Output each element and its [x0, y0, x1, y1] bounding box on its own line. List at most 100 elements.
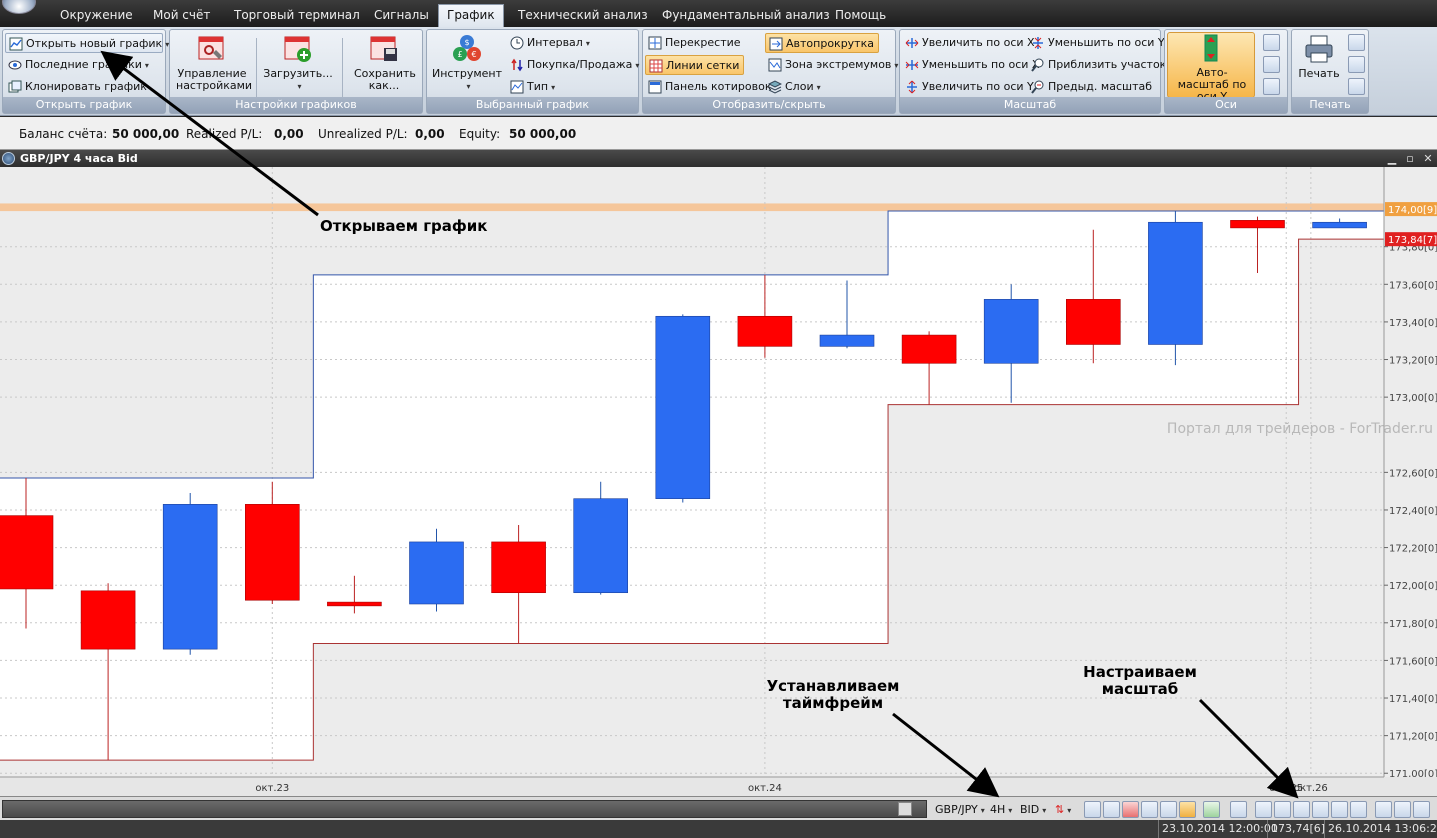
- candle-body: [1230, 220, 1285, 229]
- printer-icon: [1305, 35, 1333, 63]
- grid-lines-toggle[interactable]: Линии сетки: [645, 55, 745, 75]
- quote-panel-toggle[interactable]: Панель котировок: [645, 77, 775, 97]
- menu-signals[interactable]: Сигналы: [366, 5, 437, 25]
- chevron-down-icon: ▾: [466, 82, 471, 91]
- export-icon[interactable]: [1348, 78, 1365, 95]
- grid-icon[interactable]: [1122, 801, 1139, 818]
- interval-button[interactable]: Интервал ▾: [507, 33, 594, 53]
- group-label-print: Печать: [1292, 97, 1368, 113]
- prev-scale-magnifier-icon[interactable]: [1350, 801, 1367, 818]
- auto-scale-y-button[interactable]: Авто-масштаб по оси Y: [1167, 32, 1255, 103]
- zoom-out-x-label: Уменьшить по оси X: [922, 58, 1040, 71]
- symbol-selector[interactable]: GBP/JPY ▾: [935, 801, 985, 818]
- print-setup-icon[interactable]: [1348, 56, 1365, 73]
- cursor-icon[interactable]: [1203, 801, 1220, 818]
- x-axis-panel: [0, 777, 1437, 796]
- zoom-in-x-icon[interactable]: [1274, 801, 1291, 818]
- load-settings-label: Загрузить...: [263, 67, 333, 80]
- layers-icon[interactable]: [1179, 801, 1196, 818]
- minimize-icon[interactable]: ▁: [1384, 150, 1400, 167]
- menu-my-account[interactable]: Мой счёт: [145, 5, 218, 25]
- prev-scale-button[interactable]: Предыд. масштаб: [1028, 77, 1156, 97]
- autoscroll-icon[interactable]: [1084, 801, 1101, 818]
- menu-trading-terminal[interactable]: Торговый терминал: [226, 5, 368, 25]
- zoom-in-y-label: Увеличить по оси Y: [922, 80, 1034, 93]
- load-settings-button[interactable]: Загрузить... ▾: [262, 34, 334, 98]
- crosshair-toggle[interactable]: Перекрестие: [645, 33, 745, 53]
- recent-charts-button[interactable]: Последние графики ▾: [5, 55, 153, 75]
- menu-help[interactable]: Помощь: [827, 5, 894, 25]
- crosshair-icon[interactable]: [1141, 801, 1158, 818]
- extremum-zone-toggle[interactable]: Зона экстремумов ▾: [765, 55, 902, 75]
- maximize-icon[interactable]: ▫: [1402, 150, 1418, 167]
- chart-type-button[interactable]: Тип ▾: [507, 77, 559, 97]
- zoom-in-x-button[interactable]: Увеличить по оси X: [902, 33, 1039, 53]
- candle-body: [80, 590, 136, 650]
- settings-icon[interactable]: [1230, 801, 1247, 818]
- instrument-label: Инструмент: [431, 67, 503, 80]
- realized-pl-label: Realized P/L:: [186, 127, 263, 141]
- account-bar: Баланс счёта: 50 000,00 Realized P/L: 0,…: [0, 117, 1437, 150]
- group-axes: Авто-масштаб по оси Y Оси: [1164, 29, 1288, 114]
- x-tick-label: окт.24: [748, 783, 782, 794]
- interval-label: Интервал: [527, 36, 583, 49]
- candlestick-type-icon[interactable]: [1103, 801, 1120, 818]
- axis-option-3-icon[interactable]: [1413, 801, 1430, 818]
- svg-text:€: €: [471, 50, 476, 59]
- print-preview-icon[interactable]: [1348, 34, 1365, 51]
- chevron-down-icon: ▾: [980, 806, 985, 815]
- annotation-scale-line1: Настраиваем: [1083, 663, 1197, 681]
- clone-chart-icon: [8, 80, 22, 93]
- save-icon: [370, 36, 397, 61]
- axis-option-2-icon[interactable]: [1263, 56, 1280, 73]
- extremum-zone-label: Зона экстремумов: [785, 58, 892, 71]
- buy-sell-button[interactable]: Покупка/Продажа ▾: [507, 55, 643, 75]
- current-price-label: 173,84[7]: [1388, 235, 1437, 246]
- shrink-y-button[interactable]: Уменьшить по оси Y: [1028, 33, 1169, 53]
- unrealized-pl-label: Unrealized P/L:: [318, 127, 408, 141]
- menu-technical-analysis[interactable]: Технический анализ: [510, 5, 656, 25]
- layers-icon: [768, 80, 782, 94]
- instrument-button[interactable]: $ £ € Инструмент ▾: [431, 34, 503, 98]
- open-new-chart-label: Открыть новый график: [26, 37, 163, 50]
- zoom-in-magnifier-icon[interactable]: [1255, 801, 1272, 818]
- zoom-out-x-button[interactable]: Уменьшить по оси X: [902, 55, 1043, 75]
- clone-chart-button[interactable]: Клонировать график: [5, 77, 151, 97]
- shrink-y-icon[interactable]: [1331, 801, 1348, 818]
- auto-scale-y-icon: [1204, 34, 1218, 62]
- menu-chart[interactable]: График: [438, 4, 504, 27]
- zoom-in-y-icon[interactable]: [1312, 801, 1329, 818]
- zoom-area-magnifier-icon: [1031, 58, 1044, 72]
- axis-option-3-icon[interactable]: [1263, 78, 1280, 95]
- zoom-area-button[interactable]: Приблизить участок: [1028, 55, 1170, 75]
- menu-environment[interactable]: Окружение: [52, 5, 141, 25]
- horizontal-scrollbar[interactable]: [2, 800, 927, 818]
- menu-fundamental-analysis[interactable]: Фундаментальный анализ: [654, 5, 838, 25]
- candle-body: [1312, 221, 1367, 229]
- interval-clock-icon: [510, 36, 524, 50]
- app-logo-icon[interactable]: [2, 0, 36, 14]
- chart-plot[interactable]: 173,80[0]173,60[0]173,40[0]173,20[0]173,…: [0, 167, 1437, 796]
- price-type-selector[interactable]: BID ▾: [1020, 801, 1046, 818]
- chevron-down-icon: ▾: [144, 61, 149, 70]
- group-print: Печать Печать: [1291, 29, 1369, 114]
- zoom-out-x-icon[interactable]: [1293, 801, 1310, 818]
- print-button[interactable]: Печать: [1296, 34, 1342, 98]
- layers-button[interactable]: Слои ▾: [765, 77, 825, 97]
- annotation-timeframe-line2: таймфрейм: [782, 694, 884, 712]
- scrollbar-thumb[interactable]: [898, 802, 912, 816]
- manage-settings-button[interactable]: Управление настройками: [176, 34, 252, 98]
- timeframe-selector[interactable]: 4H ▾: [990, 801, 1012, 818]
- save-settings-as-button[interactable]: Сохранить как...: [348, 34, 420, 98]
- axis-option-1-icon[interactable]: [1263, 34, 1280, 51]
- axis-option-2-icon[interactable]: [1394, 801, 1411, 818]
- close-icon[interactable]: ✕: [1420, 150, 1436, 167]
- group-label-chart-settings: Настройки графиков: [170, 97, 422, 113]
- zoom-in-y-button[interactable]: Увеличить по оси Y: [902, 77, 1038, 97]
- autoscroll-toggle[interactable]: Автопрокрутка: [765, 33, 879, 53]
- quote-panel-icon[interactable]: [1160, 801, 1177, 818]
- axis-option-1-icon[interactable]: [1375, 801, 1392, 818]
- open-new-chart-button[interactable]: Открыть новый график ▾: [5, 33, 169, 53]
- x-tick-label: окт.26: [1294, 783, 1328, 794]
- buy-sell-selector[interactable]: ⇅ ▾: [1055, 801, 1071, 818]
